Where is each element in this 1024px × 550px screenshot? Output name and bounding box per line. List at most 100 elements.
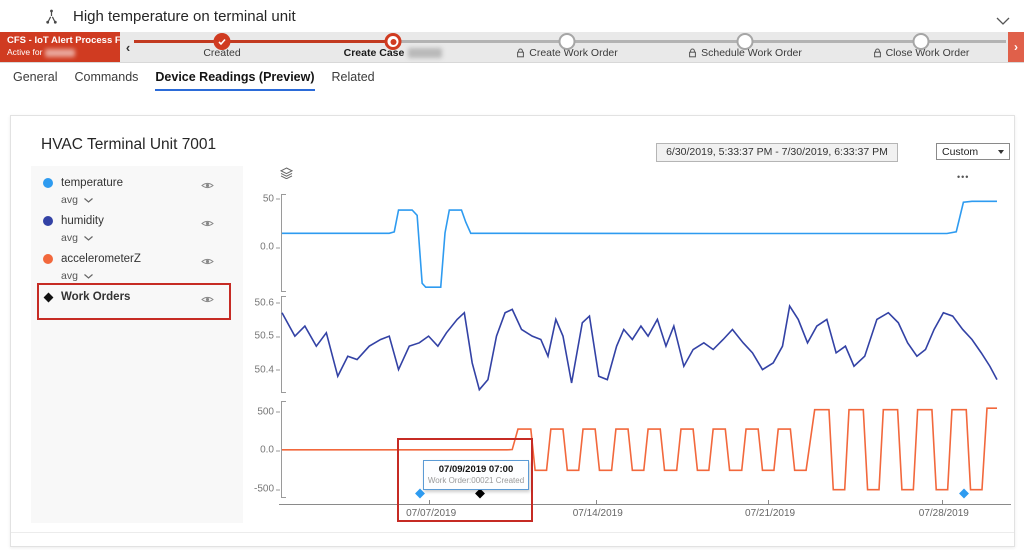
visibility-eye-icon bbox=[201, 181, 214, 190]
chevron-down-icon bbox=[84, 232, 93, 244]
chart-title: HVAC Terminal Unit 7001 bbox=[41, 136, 216, 154]
series-legend: temperatureavghumidityavgaccelerometerZa… bbox=[31, 166, 243, 523]
legend-label: temperature bbox=[61, 177, 123, 189]
y-axis-tick-label: -500 bbox=[254, 484, 274, 495]
chevron-down-icon bbox=[84, 270, 93, 282]
y-axis-tick-label: 50 bbox=[263, 193, 274, 204]
legend-label: accelerometerZ bbox=[61, 253, 141, 265]
tab-commands[interactable]: Commands bbox=[74, 70, 138, 91]
chevron-down-icon bbox=[84, 236, 93, 241]
stage-circle-active bbox=[385, 33, 402, 50]
tab-device-readings-preview[interactable]: Device Readings (Preview) bbox=[155, 70, 314, 91]
stage-current-dot bbox=[390, 39, 396, 45]
x-axis-tick-label: 07/14/2019 bbox=[573, 508, 623, 519]
x-axis-tick bbox=[596, 500, 597, 505]
range-mode-select[interactable]: Custom bbox=[936, 143, 1010, 160]
aggregation-value: avg bbox=[61, 194, 78, 206]
y-axis-tick-label: 500 bbox=[257, 406, 274, 417]
legend-label: Work Orders bbox=[61, 291, 130, 303]
more-options-icon[interactable]: ••• bbox=[957, 172, 969, 182]
page-title: High temperature on terminal unit bbox=[73, 8, 296, 25]
collapse-header-chevron-icon[interactable] bbox=[996, 12, 1010, 30]
lock-icon bbox=[688, 48, 697, 58]
series-color-dot bbox=[43, 216, 53, 226]
aggregation-value: avg bbox=[61, 270, 78, 282]
process-record-badge[interactable]: CFS - IoT Alert Process Fl... Active for bbox=[0, 32, 120, 62]
redacted-duration bbox=[45, 49, 75, 57]
process-scroll-right-button[interactable]: › bbox=[1008, 32, 1024, 62]
aggregation-dropdown[interactable]: avg bbox=[61, 270, 235, 282]
process-stage-close-work-order[interactable]: Close Work Order bbox=[836, 32, 1006, 62]
legend-item-accelerometerz: accelerometerZ avg bbox=[43, 252, 235, 282]
process-active-for: Active for bbox=[7, 47, 42, 57]
legend-item-humidity: humidity avg bbox=[43, 214, 235, 244]
select-arrow-icon bbox=[998, 150, 1004, 154]
tooltip-detail: Work Order:00021 Created bbox=[424, 476, 528, 485]
legend-row: accelerometerZ bbox=[43, 252, 235, 266]
tab-general[interactable]: General bbox=[13, 70, 57, 91]
lock-icon bbox=[516, 48, 525, 58]
legend-row: Work Orders bbox=[43, 290, 235, 304]
x-axis-tick bbox=[768, 500, 769, 505]
device-readings-card: HVAC Terminal Unit 7001 6/30/2019, 5:33:… bbox=[10, 115, 1015, 547]
iot-alert-record-icon bbox=[44, 9, 59, 24]
aggregation-dropdown[interactable]: avg bbox=[61, 232, 235, 244]
legend-label: humidity bbox=[61, 215, 104, 227]
work-order-tooltip: 07/09/2019 07:00 Work Order:00021 Create… bbox=[423, 460, 529, 490]
app-header: High temperature on terminal unit bbox=[0, 0, 1024, 32]
legend-row: temperature bbox=[43, 176, 235, 190]
x-axis-tick bbox=[942, 500, 943, 505]
process-stage-create-case[interactable]: Create Case bbox=[308, 32, 478, 62]
visibility-eye-icon bbox=[201, 219, 214, 228]
stage-circle-done bbox=[214, 33, 231, 50]
lock-icon bbox=[873, 48, 882, 58]
date-range-button[interactable]: 6/30/2019, 5:33:37 PM - 7/30/2019, 6:33:… bbox=[656, 143, 898, 162]
chevron-down-icon bbox=[84, 194, 93, 206]
stage-circle-locked bbox=[737, 33, 754, 50]
y-axis-tick-label: 0.0 bbox=[260, 242, 274, 253]
y-axis-tick-label: 0.0 bbox=[260, 445, 274, 456]
tab-related[interactable]: Related bbox=[332, 70, 375, 91]
process-stage-schedule-work-order[interactable]: Schedule Work Order bbox=[660, 32, 830, 62]
x-axis-tick-label: 07/07/2019 bbox=[406, 508, 456, 519]
legend-row: humidity bbox=[43, 214, 235, 228]
check-icon bbox=[218, 38, 227, 46]
x-axis-tick-label: 07/28/2019 bbox=[919, 508, 969, 519]
aggregation-dropdown[interactable]: avg bbox=[61, 194, 235, 206]
legend-item-work-orders: Work Orders bbox=[43, 290, 235, 304]
visibility-eye-icon bbox=[201, 257, 214, 266]
y-axis-tick-label: 50.4 bbox=[255, 364, 274, 375]
plot-area: 500.0 50.650.550.4 5000.0-500 07/07/2019… bbox=[281, 191, 996, 547]
layers-icon[interactable] bbox=[280, 166, 293, 184]
x-axis-tick-label: 07/21/2019 bbox=[745, 508, 795, 519]
process-name: CFS - IoT Alert Process Fl... bbox=[7, 35, 113, 46]
x-axis-tick bbox=[429, 500, 430, 505]
stage-circle-locked bbox=[559, 33, 576, 50]
work-order-diamond-icon bbox=[44, 292, 54, 302]
accelerometer-chart: 5000.0-500 bbox=[281, 401, 997, 498]
series-color-dot bbox=[43, 254, 53, 264]
process-stage-created[interactable]: Created bbox=[137, 32, 307, 62]
x-axis-line bbox=[279, 504, 1011, 505]
chevron-down-icon bbox=[84, 198, 93, 203]
tooltip-datetime: 07/09/2019 07:00 bbox=[424, 464, 528, 475]
process-scroll-left-button[interactable]: ‹ bbox=[121, 35, 135, 59]
stage-label-text: Create Work Order bbox=[529, 47, 618, 59]
series-color-dot bbox=[43, 178, 53, 188]
humidity-chart: 50.650.550.4 bbox=[281, 296, 997, 393]
toggle-visibility-button[interactable] bbox=[201, 215, 214, 233]
tab-bar: General Commands Device Readings (Preview)… bbox=[13, 70, 375, 91]
redacted-case-id bbox=[408, 48, 442, 58]
visibility-eye-icon bbox=[201, 295, 214, 304]
y-axis-tick-label: 50.5 bbox=[255, 331, 274, 342]
card-bottom-divider bbox=[11, 532, 1014, 533]
toggle-visibility-button[interactable] bbox=[201, 253, 214, 271]
process-stage-create-work-order[interactable]: Create Work Order bbox=[482, 32, 652, 62]
aggregation-value: avg bbox=[61, 232, 78, 244]
chevron-down-icon bbox=[84, 274, 93, 279]
toggle-visibility-button[interactable] bbox=[201, 177, 214, 195]
temperature-chart: 500.0 bbox=[281, 194, 997, 292]
toggle-visibility-button[interactable] bbox=[201, 291, 214, 309]
stage-label-text: Close Work Order bbox=[886, 47, 970, 59]
y-axis-tick-label: 50.6 bbox=[255, 297, 274, 308]
